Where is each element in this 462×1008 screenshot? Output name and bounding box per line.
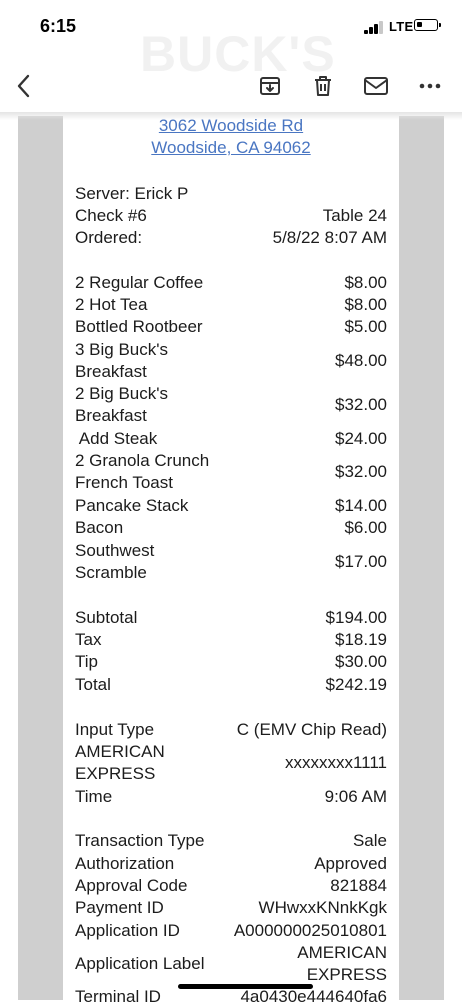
item-name: 2 Granola Crunch bbox=[75, 451, 210, 470]
field-label: Application ID bbox=[75, 921, 180, 940]
trash-icon[interactable] bbox=[307, 70, 339, 102]
card-brand-cont: EXPRESS bbox=[75, 764, 156, 784]
item-name-cont: Scramble bbox=[75, 563, 147, 583]
total-value: $18.19 bbox=[335, 630, 387, 649]
item-name: 2 Big Buck's bbox=[75, 384, 169, 403]
address-line-1-link[interactable]: 3062 Woodside Rd bbox=[0, 116, 462, 136]
field-label: Terminal ID bbox=[75, 987, 161, 1006]
item-name-cont: Breakfast bbox=[75, 406, 147, 426]
time-value: 9:06 AM bbox=[324, 787, 387, 806]
ordered-value: 5/8/22 8:07 AM bbox=[272, 228, 387, 247]
battery-icon bbox=[414, 19, 441, 31]
app-label-line-1: AMERICAN bbox=[297, 943, 387, 962]
item-name: 3 Big Buck's bbox=[75, 340, 169, 359]
field-label: Application Label bbox=[75, 954, 205, 973]
ordered-label: Ordered: bbox=[75, 228, 143, 247]
network-type: LTE bbox=[389, 19, 414, 34]
cellular-signal-icon bbox=[364, 20, 386, 34]
item-price: $5.00 bbox=[344, 317, 387, 336]
archive-download-icon[interactable] bbox=[254, 70, 286, 102]
total-value: $242.19 bbox=[325, 675, 387, 694]
item-price: $24.00 bbox=[335, 429, 387, 448]
total-label: Subtotal bbox=[75, 608, 138, 627]
item-price: $14.00 bbox=[335, 496, 387, 515]
email-toolbar bbox=[0, 60, 462, 112]
item-price: $48.00 bbox=[335, 351, 387, 370]
item-name: Bottled Rootbeer bbox=[75, 317, 203, 336]
server-label: Server: Erick P bbox=[75, 184, 189, 203]
field-value: Sale bbox=[352, 831, 387, 850]
total-value: $30.00 bbox=[335, 652, 387, 671]
card-number: xxxxxxxx1111 bbox=[284, 753, 387, 772]
item-name: Pancake Stack bbox=[75, 496, 189, 515]
field-value: Approved bbox=[314, 854, 387, 873]
app-label-line-2: EXPRESS bbox=[306, 965, 387, 985]
field-label: Payment ID bbox=[75, 898, 164, 917]
input-type-value: C (EMV Chip Read) bbox=[236, 720, 387, 739]
total-label: Total bbox=[75, 675, 111, 694]
status-time: 6:15 bbox=[40, 16, 77, 36]
table-number: Table 24 bbox=[322, 206, 387, 225]
total-label: Tax bbox=[75, 630, 102, 649]
item-name-cont: French Toast bbox=[75, 473, 173, 493]
item-name: Bacon bbox=[75, 518, 124, 537]
total-label: Tip bbox=[75, 652, 98, 671]
item-price: $8.00 bbox=[344, 295, 387, 314]
item-name: Add Steak bbox=[75, 429, 158, 448]
field-value: 821884 bbox=[330, 876, 387, 895]
item-price: $17.00 bbox=[335, 552, 387, 571]
field-label: Authorization bbox=[75, 854, 175, 873]
card-brand: AMERICAN bbox=[75, 742, 165, 761]
chevron-left-icon[interactable] bbox=[8, 70, 40, 102]
time-label: Time bbox=[75, 787, 113, 806]
item-name: Southwest bbox=[75, 541, 155, 560]
item-price: $8.00 bbox=[344, 273, 387, 292]
item-name-cont: Breakfast bbox=[75, 362, 147, 382]
field-label: Transaction Type bbox=[75, 831, 205, 850]
item-name: 2 Regular Coffee bbox=[75, 273, 204, 292]
total-value: $194.00 bbox=[325, 608, 387, 627]
item-price: $32.00 bbox=[335, 462, 387, 481]
item-price: $32.00 bbox=[335, 395, 387, 414]
field-value: 4a0430e444640fa6 bbox=[240, 987, 387, 1006]
field-value: AMERICAN EXPRESS bbox=[297, 942, 387, 987]
envelope-icon[interactable] bbox=[360, 70, 392, 102]
field-label: Approval Code bbox=[75, 876, 188, 895]
input-type-label: Input Type bbox=[75, 720, 155, 739]
field-value: A000000025010801 bbox=[233, 921, 387, 940]
item-price: $6.00 bbox=[344, 518, 387, 537]
field-value: WHwxxKNnkKgk bbox=[258, 898, 387, 917]
home-indicator[interactable] bbox=[178, 984, 313, 989]
more-horizontal-icon[interactable] bbox=[414, 70, 446, 102]
address-line-2-link[interactable]: Woodside, CA 94062 bbox=[0, 138, 462, 158]
check-number: Check #6 bbox=[75, 206, 147, 225]
item-name: 2 Hot Tea bbox=[75, 295, 148, 314]
